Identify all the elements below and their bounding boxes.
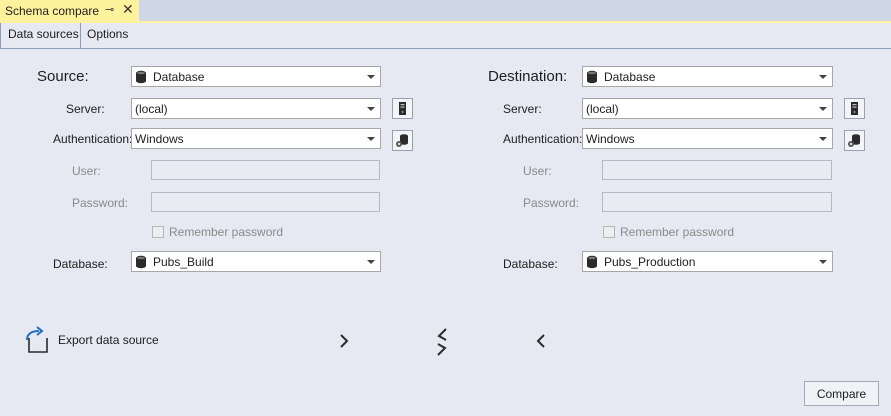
source-password-input[interactable]	[151, 192, 380, 212]
export-data-source-button[interactable]: Export data source	[24, 326, 159, 354]
chevron-down-icon	[819, 107, 827, 111]
export-data-source-label: Export data source	[58, 333, 159, 347]
destination-password-label: Password:	[523, 196, 580, 210]
copy-to-destination-icon[interactable]	[338, 333, 350, 349]
server-icon	[851, 102, 858, 115]
database-icon	[586, 70, 598, 84]
database-icon	[135, 255, 147, 269]
source-database-value: Pubs_Build	[153, 254, 214, 269]
server-icon	[399, 102, 406, 115]
swap-icon[interactable]	[434, 327, 450, 357]
source-database-select[interactable]: Pubs_Build	[131, 251, 381, 272]
database-settings-icon	[848, 134, 860, 147]
destination-auth-settings-button[interactable]	[844, 130, 865, 151]
tab-data-sources[interactable]: Data sources	[4, 27, 83, 46]
copy-to-source-icon[interactable]	[535, 333, 547, 349]
destination-database-select[interactable]: Pubs_Production	[582, 251, 833, 272]
destination-password-input[interactable]	[602, 192, 832, 212]
source-type-select[interactable]: Database	[131, 66, 381, 87]
chevron-down-icon	[367, 260, 375, 264]
destination-server-select[interactable]: (local)	[582, 98, 833, 119]
source-auth-settings-button[interactable]	[392, 130, 413, 151]
export-icon	[26, 326, 48, 353]
destination-database-label: Database:	[503, 257, 558, 271]
compare-button[interactable]: Compare	[804, 381, 879, 406]
destination-database-value: Pubs_Production	[604, 254, 696, 269]
database-icon	[135, 70, 147, 84]
schema-compare-panel: Data sources Options Source: Database Se…	[0, 21, 891, 416]
destination-server-value: (local)	[586, 101, 619, 116]
tab-options[interactable]: Options	[87, 27, 128, 41]
subtab-bar: Data sources Options	[0, 23, 891, 49]
document-tab-schema-compare[interactable]: Schema compare ⊸ ✕	[0, 0, 139, 21]
chevron-down-icon	[819, 137, 827, 141]
destination-heading: Destination:	[488, 68, 568, 85]
chevron-down-icon	[367, 137, 375, 141]
source-auth-select[interactable]: Windows	[131, 128, 381, 149]
destination-remember-label: Remember password	[620, 225, 735, 239]
source-server-value: (local)	[135, 101, 168, 116]
destination-user-input[interactable]	[602, 160, 832, 180]
database-settings-icon	[396, 134, 408, 147]
pin-icon[interactable]: ⊸	[105, 3, 114, 16]
chevron-down-icon	[819, 75, 827, 79]
destination-type-value: Database	[604, 69, 656, 84]
destination-type-select[interactable]: Database	[582, 66, 833, 87]
source-remember-password[interactable]: Remember password	[152, 225, 283, 239]
source-server-select[interactable]: (local)	[131, 98, 381, 119]
source-user-label: User:	[72, 164, 101, 178]
destination-server-browse-button[interactable]	[844, 98, 865, 119]
source-server-label: Server:	[66, 102, 105, 116]
destination-auth-select[interactable]: Windows	[582, 128, 833, 149]
source-auth-value: Windows	[135, 131, 184, 146]
destination-user-label: User:	[523, 164, 552, 178]
source-remember-checkbox[interactable]	[152, 226, 164, 238]
destination-auth-value: Windows	[586, 131, 635, 146]
source-user-input[interactable]	[151, 160, 380, 180]
destination-remember-password[interactable]: Remember password	[603, 225, 734, 239]
document-tabstrip: Schema compare ⊸ ✕	[0, 0, 891, 21]
destination-auth-label: Authentication:	[503, 132, 583, 146]
source-server-browse-button[interactable]	[392, 98, 413, 119]
document-tab-title: Schema compare	[5, 3, 100, 18]
database-icon	[586, 255, 598, 269]
destination-remember-checkbox[interactable]	[603, 226, 615, 238]
source-password-label: Password:	[72, 196, 129, 210]
close-icon[interactable]: ✕	[122, 1, 134, 18]
source-auth-label: Authentication:	[53, 132, 133, 146]
source-heading: Source:	[37, 68, 89, 85]
source-type-value: Database	[153, 69, 205, 84]
source-remember-label: Remember password	[169, 225, 284, 239]
chevron-down-icon	[819, 260, 827, 264]
source-database-label: Database:	[53, 257, 108, 271]
destination-server-label: Server:	[503, 102, 542, 116]
chevron-down-icon	[367, 107, 375, 111]
chevron-down-icon	[367, 75, 375, 79]
